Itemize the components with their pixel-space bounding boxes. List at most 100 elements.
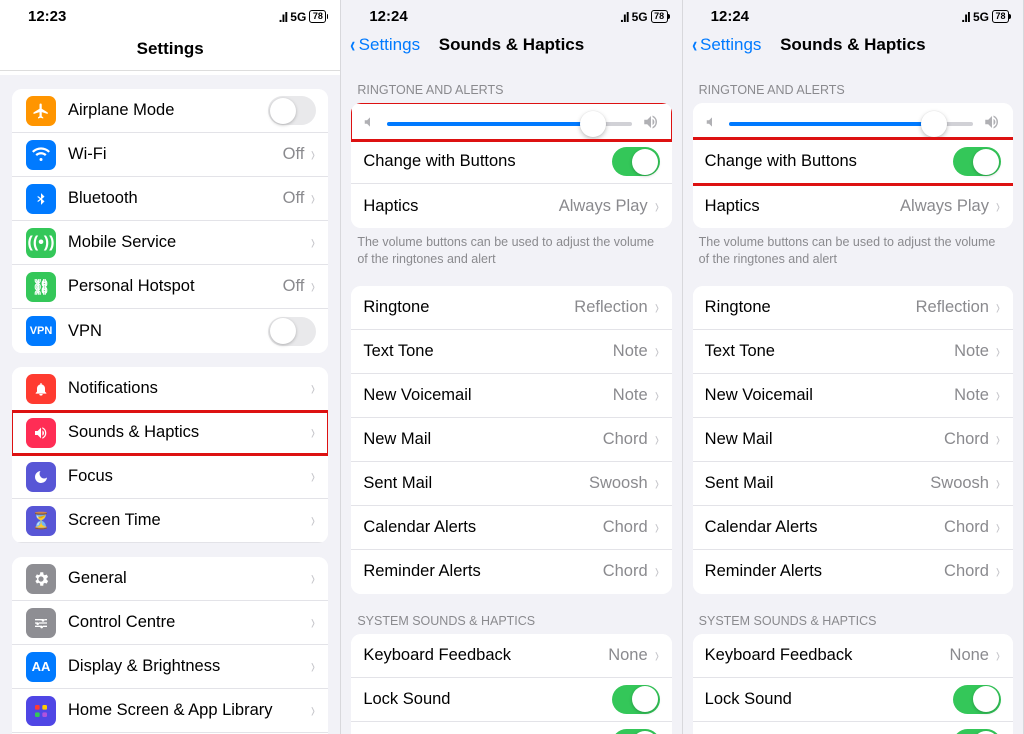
row-label: Display & Brightness bbox=[68, 657, 310, 676]
network-type: 5G bbox=[290, 10, 306, 24]
row-label: New Voicemail bbox=[363, 386, 612, 405]
system-sounds-card: Keyboard Feedback None› Lock Sound Syste… bbox=[693, 634, 1013, 734]
row-value: Note bbox=[954, 342, 989, 361]
sound-row-ringtone[interactable]: Ringtone Reflection › bbox=[693, 286, 1013, 330]
system-row-system-haptics[interactable]: System Haptics bbox=[693, 722, 1013, 734]
speaker-low-icon bbox=[363, 115, 377, 132]
sound-row-reminder-alerts[interactable]: Reminder Alerts Chord › bbox=[351, 550, 671, 594]
settings-row-airplane-mode[interactable]: Airplane Mode bbox=[12, 89, 328, 133]
chevron-right-icon: › bbox=[311, 654, 315, 679]
settings-row-control-centre[interactable]: Control Centre› bbox=[12, 601, 328, 645]
chevron-right-icon: › bbox=[655, 427, 659, 452]
row-label: Sent Mail bbox=[363, 474, 589, 493]
settings-row-general[interactable]: General› bbox=[12, 557, 328, 601]
status-bar: 12:23 .ıl 5G 78 bbox=[0, 0, 340, 27]
chevron-right-icon: › bbox=[311, 420, 315, 445]
chevron-right-icon: › bbox=[311, 610, 315, 635]
row-label: Screen Time bbox=[68, 511, 310, 530]
settings-group-alerts: Notifications› Sounds & Haptics› Focus›⏳… bbox=[12, 367, 328, 543]
gear-icon bbox=[26, 564, 56, 594]
row-label: General bbox=[68, 569, 310, 588]
settings-row-screen-time[interactable]: ⏳ Screen Time› bbox=[12, 499, 328, 543]
lock-sound-toggle[interactable] bbox=[953, 685, 1001, 714]
chevron-right-icon: › bbox=[655, 559, 659, 584]
sounds-list-card: Ringtone Reflection › Text Tone Note › N… bbox=[351, 286, 671, 594]
nav-title-bar: Settings bbox=[0, 27, 340, 71]
haptics-row[interactable]: Haptics Always Play › bbox=[351, 184, 671, 228]
sound-row-new-voicemail[interactable]: New Voicemail Note › bbox=[351, 374, 671, 418]
system-haptics-toggle[interactable] bbox=[953, 729, 1001, 734]
row-label: Change with Buttons bbox=[363, 152, 611, 171]
chevron-right-icon: › bbox=[655, 295, 659, 320]
sound-row-new-mail[interactable]: New Mail Chord › bbox=[693, 418, 1013, 462]
row-value: Chord bbox=[944, 562, 989, 581]
network-type: 5G bbox=[632, 10, 648, 24]
row-value: Chord bbox=[603, 430, 648, 449]
settings-row-wi-fi[interactable]: Wi-FiOff› bbox=[12, 133, 328, 177]
volume-slider-track bbox=[387, 122, 631, 126]
row-label: Reminder Alerts bbox=[705, 562, 944, 581]
sound-row-calendar-alerts[interactable]: Calendar Alerts Chord › bbox=[693, 506, 1013, 550]
row-value: Chord bbox=[603, 562, 648, 581]
settings-row-display-brightness[interactable]: AA Display & Brightness› bbox=[12, 645, 328, 689]
row-value: Off bbox=[283, 145, 305, 164]
system-row-keyboard-feedback[interactable]: Keyboard Feedback None› bbox=[351, 634, 671, 678]
section-header-system: SYSTEM SOUNDS & HAPTICS bbox=[341, 594, 681, 634]
row-value: Note bbox=[613, 342, 648, 361]
row-value: Chord bbox=[944, 518, 989, 537]
volume-slider-row[interactable] bbox=[351, 103, 671, 140]
row-value: Swoosh bbox=[930, 474, 989, 493]
row-label: Airplane Mode bbox=[68, 101, 268, 120]
sound-row-sent-mail[interactable]: Sent Mail Swoosh › bbox=[693, 462, 1013, 506]
settings-row-vpn[interactable]: VPN VPN bbox=[12, 309, 328, 353]
haptics-row[interactable]: Haptics Always Play › bbox=[693, 184, 1013, 228]
row-label: New Mail bbox=[363, 430, 602, 449]
row-value: Off bbox=[283, 277, 305, 296]
chevron-right-icon: › bbox=[311, 508, 315, 533]
row-label: Keyboard Feedback bbox=[705, 646, 950, 665]
change-with-buttons-row[interactable]: Change with Buttons bbox=[351, 140, 671, 184]
screen-settings: 12:23 .ıl 5G 78 Settings Airplane Mode W… bbox=[0, 0, 341, 734]
settings-row-sounds-haptics[interactable]: Sounds & Haptics› bbox=[12, 411, 328, 455]
settings-row-notifications[interactable]: Notifications› bbox=[12, 367, 328, 411]
settings-row-bluetooth[interactable]: BluetoothOff› bbox=[12, 177, 328, 221]
speaker-high-icon bbox=[983, 113, 1001, 134]
sound-row-text-tone[interactable]: Text Tone Note › bbox=[351, 330, 671, 374]
sound-row-text-tone[interactable]: Text Tone Note › bbox=[693, 330, 1013, 374]
system-haptics-toggle[interactable] bbox=[612, 729, 660, 734]
system-row-lock-sound[interactable]: Lock Sound bbox=[351, 678, 671, 722]
row-label: Personal Hotspot bbox=[68, 277, 283, 296]
sound-row-sent-mail[interactable]: Sent Mail Swoosh › bbox=[351, 462, 671, 506]
sound-row-reminder-alerts[interactable]: Reminder Alerts Chord › bbox=[693, 550, 1013, 594]
airplane-mode-toggle[interactable] bbox=[268, 96, 316, 125]
back-button[interactable]: ‹ Settings bbox=[349, 32, 420, 58]
row-value: Note bbox=[954, 386, 989, 405]
row-label: Home Screen & App Library bbox=[68, 701, 310, 720]
row-label: Calendar Alerts bbox=[705, 518, 944, 537]
sound-row-calendar-alerts[interactable]: Calendar Alerts Chord › bbox=[351, 506, 671, 550]
vpn-toggle[interactable] bbox=[268, 317, 316, 346]
system-row-keyboard-feedback[interactable]: Keyboard Feedback None› bbox=[693, 634, 1013, 678]
row-value: Reflection bbox=[916, 298, 989, 317]
settings-row-personal-hotspot[interactable]: ⛓ Personal HotspotOff› bbox=[12, 265, 328, 309]
row-label: Sent Mail bbox=[705, 474, 931, 493]
chevron-right-icon: › bbox=[996, 193, 1000, 218]
change-with-buttons-toggle[interactable] bbox=[953, 147, 1001, 176]
sound-row-new-voicemail[interactable]: New Voicemail Note › bbox=[693, 374, 1013, 418]
settings-row-focus[interactable]: Focus› bbox=[12, 455, 328, 499]
system-row-system-haptics[interactable]: System Haptics bbox=[351, 722, 671, 734]
lock-sound-toggle[interactable] bbox=[612, 685, 660, 714]
settings-row-mobile-service[interactable]: ((•)) Mobile Service› bbox=[12, 221, 328, 265]
sound-row-new-mail[interactable]: New Mail Chord › bbox=[351, 418, 671, 462]
status-time: 12:24 bbox=[711, 8, 749, 25]
change-with-buttons-row[interactable]: Change with Buttons bbox=[693, 140, 1013, 184]
back-button[interactable]: ‹ Settings bbox=[691, 32, 762, 58]
volume-slider-row[interactable] bbox=[693, 103, 1013, 140]
row-label: New Voicemail bbox=[705, 386, 954, 405]
battery-icon: 78 bbox=[992, 10, 1009, 23]
chevron-right-icon: › bbox=[311, 142, 315, 167]
sound-row-ringtone[interactable]: Ringtone Reflection › bbox=[351, 286, 671, 330]
settings-row-home-screen-app-library[interactable]: Home Screen & App Library› bbox=[12, 689, 328, 733]
system-row-lock-sound[interactable]: Lock Sound bbox=[693, 678, 1013, 722]
change-with-buttons-toggle[interactable] bbox=[612, 147, 660, 176]
